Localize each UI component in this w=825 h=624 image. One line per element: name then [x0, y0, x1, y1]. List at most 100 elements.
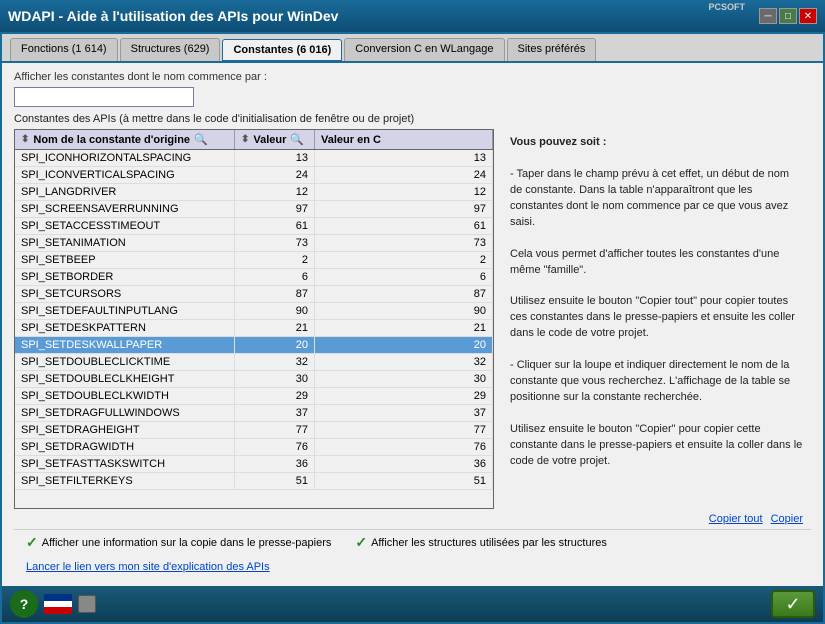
- close-button[interactable]: ✕: [799, 8, 817, 24]
- cell-valuec: 6: [315, 269, 493, 285]
- cell-value: 97: [235, 201, 315, 217]
- cell-value: 2: [235, 252, 315, 268]
- cell-valuec: 20: [315, 337, 493, 353]
- cell-valuec: 29: [315, 388, 493, 404]
- cell-valuec: 32: [315, 354, 493, 370]
- cell-valuec: 73: [315, 235, 493, 251]
- table-row[interactable]: SPI_SETFILTERKEYS 51 51: [15, 473, 493, 490]
- cell-name: SPI_SETFASTTASKSWITCH: [15, 456, 235, 472]
- cell-value: 30: [235, 371, 315, 387]
- content-area: Afficher les constantes dont le nom comm…: [2, 63, 823, 585]
- search-icon-name[interactable]: 🔍: [194, 133, 208, 146]
- table-row[interactable]: SPI_SETBORDER 6 6: [15, 269, 493, 286]
- cell-value: 21: [235, 320, 315, 336]
- table-row[interactable]: SPI_SETACCESSTIMEOUT 61 61: [15, 218, 493, 235]
- table-row[interactable]: SPI_SETANIMATION 73 73: [15, 235, 493, 252]
- ok-check-icon: ✓: [785, 595, 800, 613]
- help-text-1: - Taper dans le champ prévu à cet effet,…: [510, 168, 789, 228]
- checkbox-2-check[interactable]: ✓: [355, 534, 367, 551]
- table-row[interactable]: SPI_ICONVERTICALSPACING 24 24: [15, 167, 493, 184]
- table-scroll[interactable]: SPI_ICONHORIZONTALSPACING 13 13 SPI_ICON…: [15, 150, 493, 508]
- copy-all-button[interactable]: Copier tout: [709, 513, 763, 525]
- constants-table: ⬍ Nom de la constante d'origine 🔍 ⬍ Vale…: [14, 129, 494, 509]
- ok-button[interactable]: ✓: [771, 590, 815, 618]
- cell-value: 20: [235, 337, 315, 353]
- cell-name: SPI_SETDRAGFULLWINDOWS: [15, 405, 235, 421]
- tab-sites[interactable]: Sites préférés: [507, 38, 597, 61]
- sort-icon-name[interactable]: ⬍: [21, 134, 29, 145]
- col-valuec-label: Valeur en C: [321, 134, 381, 146]
- window-title: WDAPI - Aide à l'utilisation des APIs po…: [8, 8, 338, 24]
- cell-valuec: 24: [315, 167, 493, 183]
- cell-name: SPI_SETDOUBLECLKHEIGHT: [15, 371, 235, 387]
- cell-value: 51: [235, 473, 315, 489]
- extra-button[interactable]: [78, 595, 96, 613]
- minimize-button[interactable]: ─: [759, 8, 777, 24]
- search-icon-value[interactable]: 🔍: [290, 133, 304, 146]
- flag-icon: [44, 594, 72, 614]
- table-row[interactable]: SPI_SETDOUBLECLKWIDTH 29 29: [15, 388, 493, 405]
- flag-red: [44, 607, 72, 614]
- title-bar: WDAPI - Aide à l'utilisation des APIs po…: [0, 0, 825, 32]
- tab-conversion[interactable]: Conversion C en WLangage: [344, 38, 504, 61]
- cell-valuec: 77: [315, 422, 493, 438]
- table-row[interactable]: SPI_SETDOUBLECLICKTIME 32 32: [15, 354, 493, 371]
- help-text-5: Utilisez ensuite le bouton "Copier" pour…: [510, 423, 802, 467]
- table-row[interactable]: SPI_SETDRAGWIDTH 76 76: [15, 439, 493, 456]
- table-row[interactable]: SPI_SCREENSAVERRUNNING 97 97: [15, 201, 493, 218]
- table-row[interactable]: SPI_SETDRAGFULLWINDOWS 37 37: [15, 405, 493, 422]
- search-input[interactable]: [14, 87, 194, 107]
- cell-value: 32: [235, 354, 315, 370]
- cell-name: SPI_SETDEFAULTINPUTLANG: [15, 303, 235, 319]
- help-text-3: Utilisez ensuite le bouton "Copier tout"…: [510, 295, 795, 339]
- col-header-name: ⬍ Nom de la constante d'origine 🔍: [15, 130, 235, 149]
- table-row[interactable]: SPI_ICONHORIZONTALSPACING 13 13: [15, 150, 493, 167]
- cell-valuec: 76: [315, 439, 493, 455]
- table-row[interactable]: SPI_SETDRAGHEIGHT 77 77: [15, 422, 493, 439]
- cell-valuec: 61: [315, 218, 493, 234]
- col-header-valuec: Valeur en C: [315, 130, 493, 149]
- cell-valuec: 36: [315, 456, 493, 472]
- cell-valuec: 37: [315, 405, 493, 421]
- cell-name: SPI_SETACCESSTIMEOUT: [15, 218, 235, 234]
- help-panel: Vous pouvez soit : - Taper dans le champ…: [502, 129, 811, 509]
- cell-value: 6: [235, 269, 315, 285]
- table-row[interactable]: SPI_LANGDRIVER 12 12: [15, 184, 493, 201]
- checkbox-item-2: ✓ Afficher les structures utilisées par …: [355, 534, 607, 551]
- bottom-bar: ? ✓: [2, 586, 823, 622]
- checkbox-1-check[interactable]: ✓: [26, 534, 38, 551]
- main-layout: ⬍ Nom de la constante d'origine 🔍 ⬍ Vale…: [14, 129, 811, 509]
- table-row[interactable]: SPI_SETFASTTASKSWITCH 36 36: [15, 456, 493, 473]
- cell-name: SPI_SETDESKWALLPAPER: [15, 337, 235, 353]
- cell-value: 37: [235, 405, 315, 421]
- site-link[interactable]: Lancer le lien vers mon site d'explicati…: [26, 561, 270, 573]
- tab-fonctions[interactable]: Fonctions (1 614): [10, 38, 118, 61]
- table-row[interactable]: SPI_SETDESKPATTERN 21 21: [15, 320, 493, 337]
- cell-name: SPI_SETDESKPATTERN: [15, 320, 235, 336]
- table-row[interactable]: SPI_SETDESKWALLPAPER 20 20: [15, 337, 493, 354]
- cell-valuec: 30: [315, 371, 493, 387]
- cell-valuec: 13: [315, 150, 493, 166]
- cell-value: 24: [235, 167, 315, 183]
- title-bar-controls: ─ □ ✕: [759, 8, 817, 24]
- table-row[interactable]: SPI_SETCURSORS 87 87: [15, 286, 493, 303]
- cell-name: SPI_LANGDRIVER: [15, 184, 235, 200]
- table-row[interactable]: SPI_SETBEEP 2 2: [15, 252, 493, 269]
- cell-value: 87: [235, 286, 315, 302]
- maximize-button[interactable]: □: [779, 8, 797, 24]
- cell-valuec: 97: [315, 201, 493, 217]
- tab-structures[interactable]: Structures (629): [120, 38, 221, 61]
- table-row[interactable]: SPI_SETDOUBLECLKHEIGHT 30 30: [15, 371, 493, 388]
- col-value-label: Valeur: [253, 134, 286, 146]
- checkbox-2-label: Afficher les structures utilisées par le…: [371, 537, 607, 549]
- cell-name: SPI_SETANIMATION: [15, 235, 235, 251]
- sort-icon-value[interactable]: ⬍: [241, 134, 249, 145]
- title-bar-left: WDAPI - Aide à l'utilisation des APIs po…: [8, 8, 338, 24]
- table-row[interactable]: SPI_SETDEFAULTINPUTLANG 90 90: [15, 303, 493, 320]
- copy-button[interactable]: Copier: [771, 513, 803, 525]
- help-button[interactable]: ?: [10, 590, 38, 618]
- action-row: Copier tout Copier: [14, 509, 811, 529]
- logo-text: PCSOFT: [708, 2, 745, 12]
- tab-constantes[interactable]: Constantes (6 016): [222, 39, 342, 62]
- cell-value: 13: [235, 150, 315, 166]
